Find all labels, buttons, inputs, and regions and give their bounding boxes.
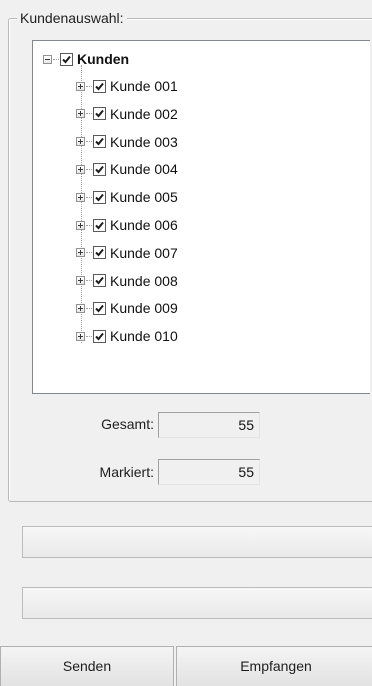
tree-connector <box>86 196 92 198</box>
total-label: Gesamt: <box>101 416 154 432</box>
customer-checkbox[interactable] <box>93 162 106 176</box>
status-field-primary <box>22 526 372 558</box>
marked-count-field: 55 <box>158 459 260 485</box>
tree-item-row[interactable]: Kunde 002 <box>76 102 178 126</box>
tree-connector <box>86 280 92 282</box>
tree-connector <box>86 141 92 143</box>
tree-item-row[interactable]: Kunde 004 <box>76 157 178 181</box>
checkmark-icon <box>95 276 104 285</box>
marked-label: Markiert: <box>99 464 154 480</box>
tree-connector <box>53 58 59 60</box>
tree-connector <box>86 113 92 115</box>
tree-connector <box>86 224 92 226</box>
tree-connector <box>86 168 92 170</box>
checkmark-icon <box>62 55 71 63</box>
checkmark-icon <box>95 82 104 90</box>
customer-checkbox[interactable] <box>93 329 106 343</box>
customer-checkbox[interactable] <box>93 135 106 149</box>
tree-item-row[interactable]: Kunde 008 <box>76 269 178 293</box>
checkmark-icon <box>95 137 104 146</box>
customer-checkbox[interactable] <box>93 79 106 93</box>
tree-item-label: Kunde 007 <box>110 244 178 261</box>
collapse-icon[interactable] <box>43 54 52 64</box>
expand-icon[interactable] <box>76 276 85 286</box>
customer-checkbox[interactable] <box>93 190 106 204</box>
customer-checkbox[interactable] <box>93 218 106 232</box>
expand-icon[interactable] <box>76 303 85 313</box>
tree-item-label: Kunde 010 <box>110 328 178 345</box>
checkmark-icon <box>95 249 104 257</box>
tree-item-label: Kunde 005 <box>110 189 178 206</box>
send-button[interactable]: Senden <box>0 646 174 686</box>
customer-checkbox[interactable] <box>93 107 106 121</box>
tree-root-label: Kunden <box>77 51 130 67</box>
tree-item-row[interactable]: Kunde 010 <box>76 324 178 348</box>
tree-root-row[interactable]: Kunden <box>43 47 129 71</box>
tree-item-label: Kunde 004 <box>110 161 178 178</box>
customer-selection-legend: Kundenauswahl: <box>17 9 127 27</box>
expand-icon[interactable] <box>76 192 85 202</box>
customer-checkbox[interactable] <box>93 274 106 288</box>
expand-icon[interactable] <box>76 109 85 119</box>
total-count-field: 55 <box>158 412 260 438</box>
tree-item-label: Kunde 001 <box>110 78 178 94</box>
tree-connector <box>86 252 92 254</box>
checkmark-icon <box>95 110 104 118</box>
tree-item-label: Kunde 002 <box>110 105 178 122</box>
tree-item-row[interactable]: Kunde 009 <box>76 296 178 320</box>
expand-icon[interactable] <box>76 248 85 258</box>
tree-connector <box>86 85 92 87</box>
receive-button[interactable]: Empfangen <box>176 646 372 686</box>
customer-checkbox[interactable] <box>93 246 106 260</box>
expand-icon[interactable] <box>76 81 85 91</box>
expand-icon[interactable] <box>76 137 85 147</box>
checkmark-icon <box>95 304 104 313</box>
tree-connector <box>86 335 92 337</box>
tree-item-row[interactable]: Kunde 006 <box>76 213 178 237</box>
tree-item-row[interactable]: Kunde 005 <box>76 185 178 209</box>
checkmark-icon <box>95 193 104 202</box>
tree-item-label: Kunde 006 <box>110 217 178 233</box>
tree-item-row[interactable]: Kunde 007 <box>76 241 178 265</box>
expand-icon[interactable] <box>76 331 85 341</box>
checkmark-icon <box>95 332 104 341</box>
tree-item-label: Kunde 008 <box>110 272 178 289</box>
customer-checkbox[interactable] <box>93 301 106 315</box>
expand-icon[interactable] <box>76 220 85 230</box>
tree-connector <box>86 307 92 309</box>
root-checkbox[interactable] <box>60 52 73 66</box>
checkmark-icon <box>95 221 104 229</box>
customer-tree[interactable]: Kunden Kunde 001 Kunde 002 Kunde 003 Kunde … <box>32 40 370 394</box>
expand-icon[interactable] <box>76 164 85 174</box>
checkmark-icon <box>95 165 104 174</box>
tree-item-row[interactable]: Kunde 003 <box>76 130 178 154</box>
tree-item-label: Kunde 003 <box>110 133 178 150</box>
status-field-secondary <box>22 587 372 619</box>
tree-item-label: Kunde 009 <box>110 300 178 317</box>
tree-item-row[interactable]: Kunde 001 <box>76 74 178 98</box>
